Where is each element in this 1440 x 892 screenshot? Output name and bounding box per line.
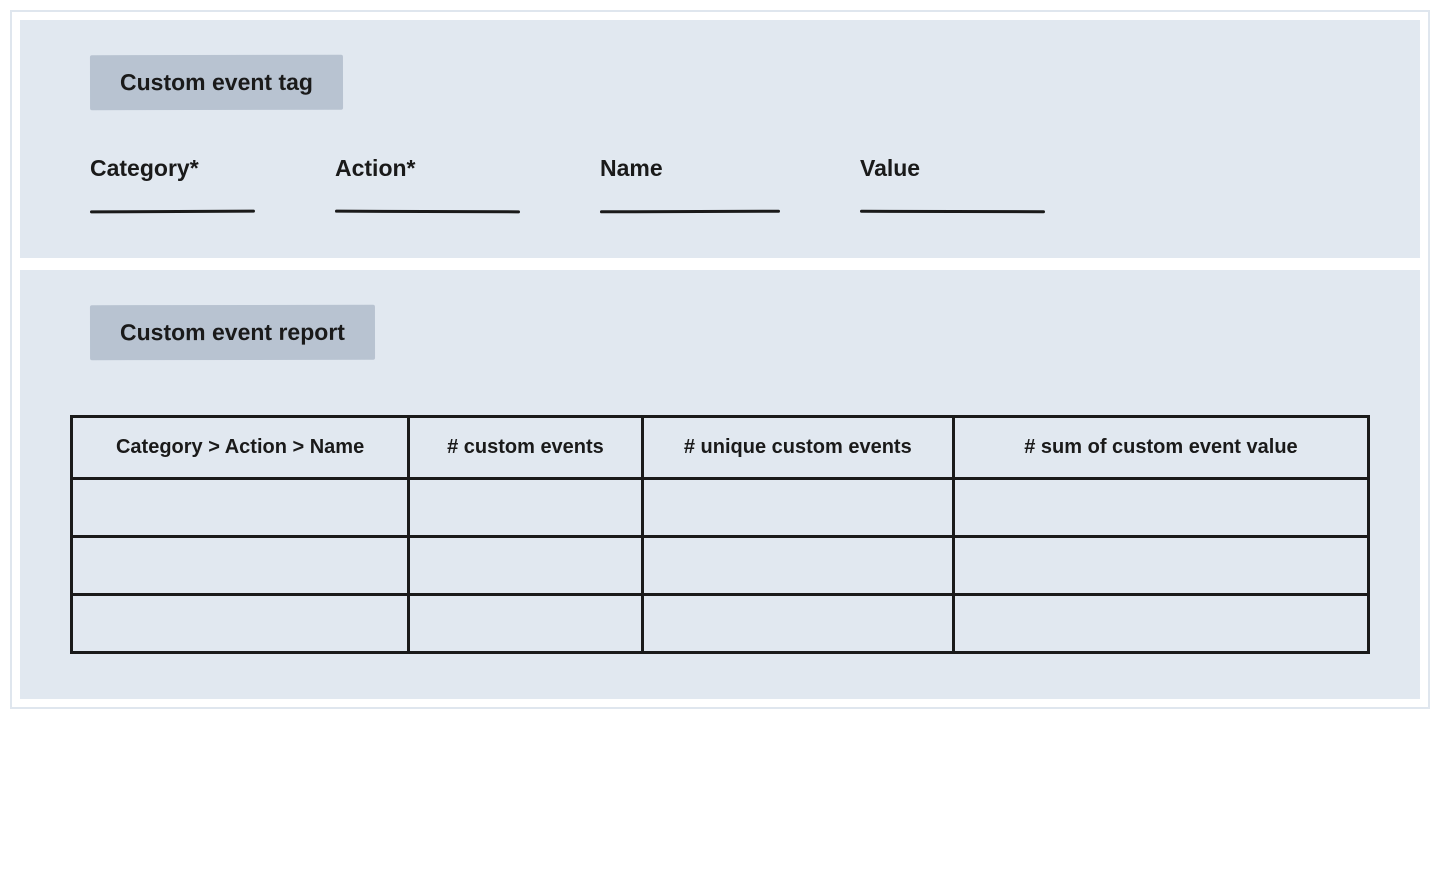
table-cell (642, 595, 953, 653)
report-table: Category > Action > Name # custom events… (70, 415, 1370, 654)
field-label-action: Action* (335, 155, 520, 182)
field-value: Value (860, 155, 1045, 213)
table-cell (409, 537, 642, 595)
field-label-category: Category* (90, 155, 255, 182)
field-label-value: Value (860, 155, 1045, 182)
table-cell (953, 479, 1368, 537)
table-cell (72, 479, 409, 537)
col-header-category-action-name: Category > Action > Name (72, 417, 409, 479)
table-row (72, 595, 1369, 653)
table-cell (642, 479, 953, 537)
table-cell (409, 479, 642, 537)
field-input-action[interactable] (335, 210, 520, 214)
field-name: Name (600, 155, 780, 213)
report-section-title: Custom event report (90, 305, 375, 360)
table-cell (953, 537, 1368, 595)
field-input-value[interactable] (860, 210, 1045, 213)
field-input-name[interactable] (600, 210, 780, 214)
table-cell (642, 537, 953, 595)
table-cell (953, 595, 1368, 653)
report-panel: Custom event report Category > Action > … (20, 270, 1420, 699)
outer-frame: Custom event tag Category* Action* Name … (10, 10, 1430, 709)
col-header-sum-custom-event-value: # sum of custom event value (953, 417, 1368, 479)
fields-row: Category* Action* Name Value (70, 155, 1370, 213)
field-category: Category* (90, 155, 255, 213)
tag-panel: Custom event tag Category* Action* Name … (20, 20, 1420, 258)
table-header-row: Category > Action > Name # custom events… (72, 417, 1369, 479)
table-row (72, 479, 1369, 537)
field-action: Action* (335, 155, 520, 213)
table-cell (409, 595, 642, 653)
field-label-name: Name (600, 155, 780, 182)
tag-section-title: Custom event tag (90, 55, 343, 110)
table-row (72, 537, 1369, 595)
table-cell (72, 595, 409, 653)
field-input-category[interactable] (90, 210, 255, 214)
col-header-unique-custom-events: # unique custom events (642, 417, 953, 479)
table-cell (72, 537, 409, 595)
col-header-custom-events: # custom events (409, 417, 642, 479)
